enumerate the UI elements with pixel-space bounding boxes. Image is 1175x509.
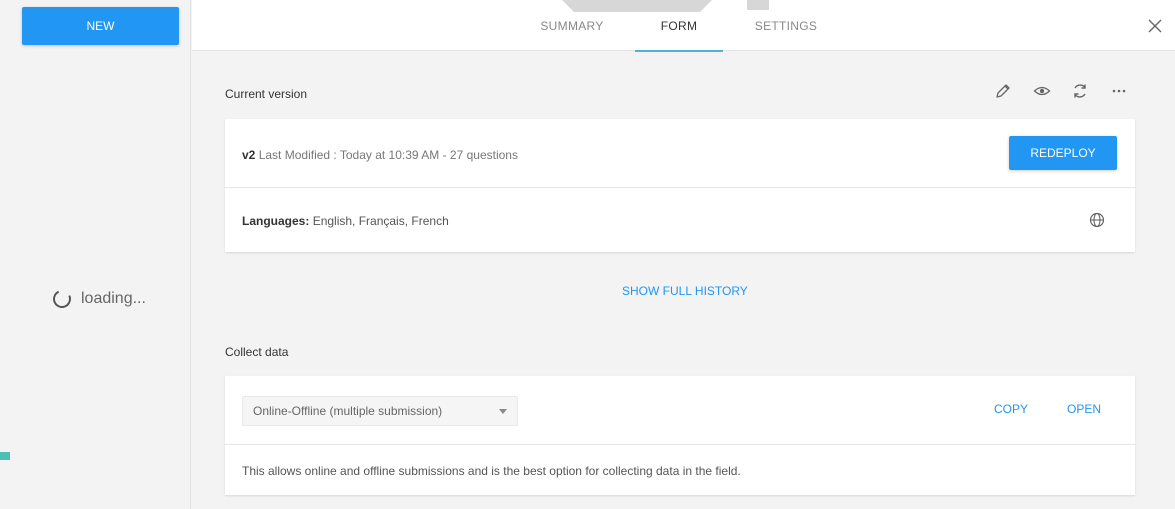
languages-value: English, Français, French	[312, 214, 449, 228]
redeploy-button[interactable]: REDEPLOY	[1009, 136, 1117, 170]
main-panel: SUMMARY FORM SETTINGS Current version v2…	[192, 0, 1175, 509]
collect-data-title: Collect data	[225, 345, 289, 359]
current-version-card: v2 Last Modified : Today at 10:39 AM - 2…	[225, 119, 1135, 252]
tab-summary[interactable]: SUMMARY	[532, 0, 612, 51]
tab-settings[interactable]: SETTINGS	[747, 0, 825, 51]
card-divider	[225, 444, 1135, 445]
tab-settings-label: SETTINGS	[754, 18, 818, 33]
current-version-title: Current version	[225, 87, 308, 101]
version-meta: Last Modified : Today at 10:39 AM - 27 q…	[258, 148, 518, 162]
close-icon[interactable]	[1147, 18, 1163, 34]
collect-data-description: This allows online and offline submissio…	[242, 464, 741, 478]
languages-label: Languages:	[242, 214, 310, 228]
eye-icon[interactable]	[1033, 82, 1051, 100]
tab-form[interactable]: FORM	[635, 0, 723, 52]
more-icon[interactable]	[1110, 82, 1128, 100]
submission-type-select[interactable]: Online-Offline (multiple submission)	[242, 396, 518, 426]
show-full-history-link[interactable]: SHOW FULL HISTORY	[622, 284, 748, 298]
spinner-icon	[50, 287, 74, 311]
collect-data-card: Online-Offline (multiple submission) COP…	[225, 376, 1135, 495]
accent-marker	[0, 452, 10, 460]
globe-icon[interactable]	[1089, 212, 1105, 228]
loading-indicator: loading...	[50, 287, 146, 311]
loading-text: loading...	[81, 290, 146, 307]
tab-form-label: FORM	[660, 18, 698, 33]
card-divider	[225, 187, 1135, 188]
chevron-down-icon	[499, 409, 507, 414]
version-info: v2 Last Modified : Today at 10:39 AM - 2…	[242, 148, 518, 162]
new-button[interactable]: NEW	[22, 7, 179, 45]
tab-summary-label: SUMMARY	[540, 18, 604, 33]
languages-row: Languages: English, Français, French	[242, 214, 449, 228]
sidebar: NEW loading...	[0, 0, 191, 509]
refresh-icon[interactable]	[1071, 82, 1089, 100]
pencil-icon[interactable]	[994, 82, 1012, 100]
submission-type-value: Online-Offline (multiple submission)	[253, 404, 443, 418]
tab-bar: SUMMARY FORM SETTINGS	[192, 0, 1175, 52]
version-number: v2	[242, 148, 256, 162]
copy-button[interactable]: COPY	[994, 402, 1028, 416]
open-button[interactable]: OPEN	[1067, 402, 1101, 416]
